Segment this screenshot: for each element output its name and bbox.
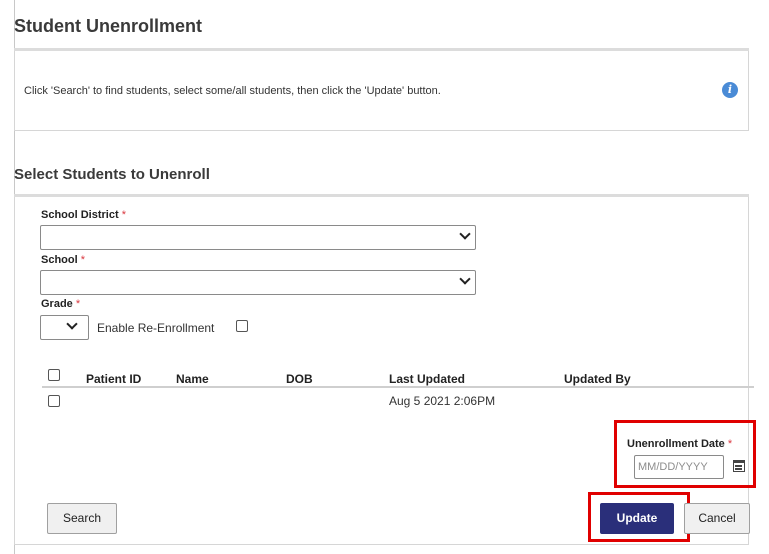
re-enrollment-checkbox[interactable] bbox=[236, 320, 248, 332]
column-header-name[interactable]: Name bbox=[176, 372, 209, 386]
school-select[interactable] bbox=[40, 270, 476, 295]
select-all-checkbox[interactable] bbox=[48, 369, 60, 381]
update-button[interactable]: Update bbox=[600, 503, 674, 534]
column-header-patient-id[interactable]: Patient ID bbox=[86, 372, 141, 386]
cell-last-updated: Aug 5 2021 2:06PM bbox=[389, 394, 496, 408]
calendar-icon[interactable] bbox=[733, 460, 745, 472]
page-title: Student Unenrollment bbox=[14, 16, 202, 36]
info-panel: Click 'Search' to find students, select … bbox=[14, 51, 749, 131]
school-label: School * bbox=[41, 254, 86, 266]
info-icon[interactable]: i bbox=[722, 82, 738, 98]
chevron-down-icon bbox=[66, 318, 78, 330]
unenrollment-date-input[interactable]: MM/DD/YYYY bbox=[634, 455, 724, 479]
table-header-divider bbox=[42, 386, 754, 388]
row-checkbox[interactable] bbox=[48, 395, 60, 407]
chevron-down-icon bbox=[459, 273, 471, 285]
column-header-dob[interactable]: DOB bbox=[286, 372, 313, 386]
school-district-select[interactable] bbox=[40, 225, 476, 250]
required-mark: * bbox=[80, 254, 86, 266]
school-district-label: School District * bbox=[41, 209, 126, 221]
column-header-updated-by[interactable]: Updated By bbox=[564, 372, 631, 386]
required-mark: * bbox=[727, 438, 733, 450]
required-mark: * bbox=[75, 298, 81, 310]
grade-select[interactable] bbox=[40, 315, 89, 340]
re-enrollment-label: Enable Re-Enrollment bbox=[97, 321, 215, 335]
search-button[interactable]: Search bbox=[47, 503, 117, 534]
unenrollment-date-label: Unenrollment Date * bbox=[627, 438, 733, 450]
column-header-last-updated[interactable]: Last Updated bbox=[389, 372, 465, 386]
info-text: Click 'Search' to find students, select … bbox=[24, 85, 441, 97]
section-title: Select Students to Unenroll bbox=[14, 166, 210, 183]
required-mark: * bbox=[121, 209, 126, 221]
grade-label: Grade * bbox=[41, 298, 81, 310]
chevron-down-icon bbox=[459, 228, 471, 240]
cancel-button[interactable]: Cancel bbox=[684, 503, 750, 534]
